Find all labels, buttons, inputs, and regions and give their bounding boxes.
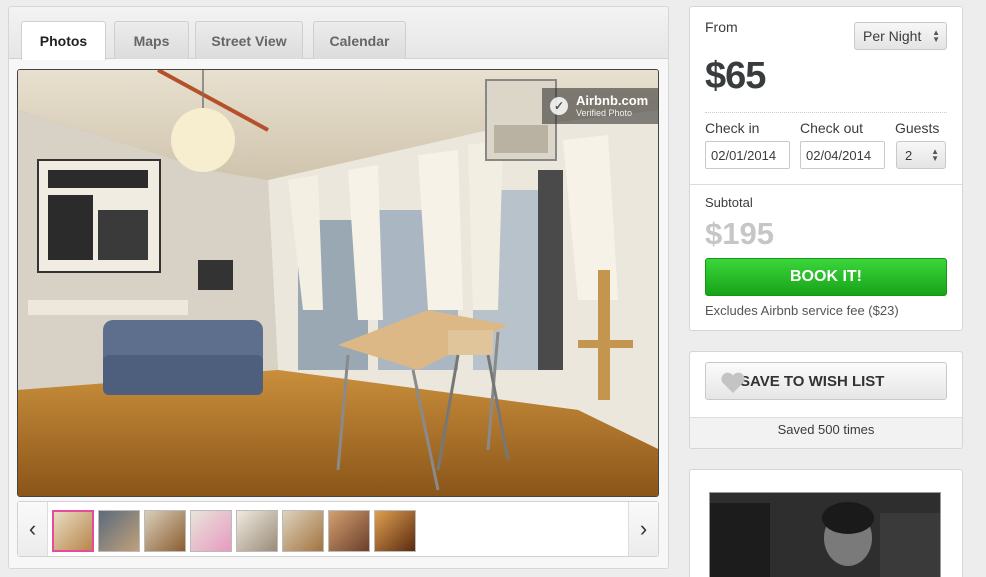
tab-calendar[interactable]: Calendar <box>313 21 406 59</box>
book-it-button[interactable]: BOOK IT! <box>705 258 947 296</box>
next-arrow-icon[interactable]: › <box>628 502 658 556</box>
select-arrows-icon: ▲ ▼ <box>931 147 939 163</box>
subtotal-value: $195 <box>705 216 774 251</box>
thumbnail-strip: ‹ › <box>17 501 659 557</box>
listing-tabs: Photos Maps Street View Calendar <box>9 7 668 60</box>
booking-card: From Per Night ▲ ▼ $65 Check in Check out… <box>689 6 963 331</box>
divider <box>705 112 947 113</box>
loft-interior-photo <box>18 70 658 496</box>
check-in-label: Check in <box>705 120 760 136</box>
nightly-price: $65 <box>705 55 766 97</box>
thumbnail-4[interactable] <box>190 510 232 552</box>
rate-select[interactable]: Per Night ▲ ▼ <box>854 22 947 50</box>
check-out-input[interactable]: 02/04/2014 <box>800 141 885 169</box>
host-avatar[interactable] <box>709 492 941 577</box>
divider <box>690 184 962 185</box>
save-to-wishlist-button[interactable]: SAVE TO WISH LIST <box>705 362 947 400</box>
host-card <box>689 469 963 577</box>
check-out-label: Check out <box>800 120 864 136</box>
check-icon: ✓ <box>550 97 568 115</box>
thumbnail-7[interactable] <box>328 510 370 552</box>
host-photo-image <box>710 493 940 577</box>
guests-select[interactable]: 2 ▲ ▼ <box>896 141 946 169</box>
main-photo[interactable]: ✓ Airbnb.com Verified Photo <box>17 69 659 497</box>
thumbnail-6[interactable] <box>282 510 324 552</box>
check-in-input[interactable]: 02/01/2014 <box>705 141 790 169</box>
select-arrows-icon: ▲ ▼ <box>932 28 940 44</box>
prev-arrow-icon[interactable]: ‹ <box>18 502 48 556</box>
heart-icon <box>721 372 745 393</box>
guests-value: 2 <box>905 147 913 163</box>
guests-label: Guests <box>895 120 940 136</box>
badge-title: Airbnb.com <box>576 93 649 108</box>
thumbnail-5[interactable] <box>236 510 278 552</box>
photo-panel: Photos Maps Street View Calendar ✓ Airbn… <box>8 6 669 569</box>
thumbnail-3[interactable] <box>144 510 186 552</box>
wishlist-top: SAVE TO WISH LIST <box>690 352 962 418</box>
verified-photo-badge: ✓ Airbnb.com Verified Photo <box>542 88 658 124</box>
service-fee-note: Excludes Airbnb service fee ($23) <box>705 303 899 318</box>
wishlist-button-label: SAVE TO WISH LIST <box>740 372 885 390</box>
thumbnail-1[interactable] <box>52 510 94 552</box>
tab-maps[interactable]: Maps <box>114 21 189 59</box>
rate-select-value: Per Night <box>863 28 922 44</box>
tab-photos[interactable]: Photos <box>21 21 106 60</box>
thumbnail-2[interactable] <box>98 510 140 552</box>
saved-count: Saved 500 times <box>777 422 875 437</box>
wishlist-card: SAVE TO WISH LIST Saved 500 times <box>689 351 963 449</box>
badge-subtitle: Verified Photo <box>576 108 633 118</box>
tab-street-view[interactable]: Street View <box>195 21 303 59</box>
from-label: From <box>705 19 738 35</box>
thumbnail-8[interactable] <box>374 510 416 552</box>
subtotal-label: Subtotal <box>705 195 753 210</box>
